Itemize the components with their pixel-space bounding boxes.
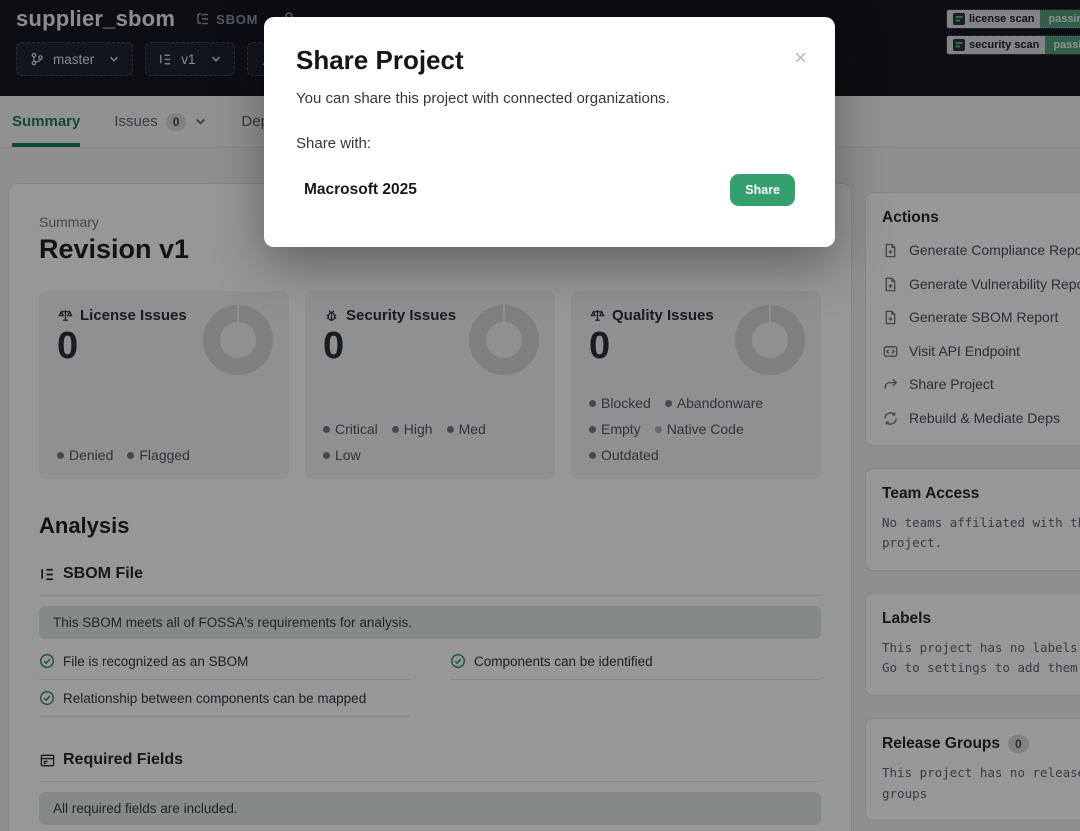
share-with-label: Share with: xyxy=(296,135,803,152)
modal-title: Share Project xyxy=(296,45,803,76)
share-button[interactable]: Share xyxy=(730,174,795,206)
close-icon[interactable]: × xyxy=(794,47,807,69)
modal-description: You can share this project with connecte… xyxy=(296,90,803,107)
organization-name: Macrosoft 2025 xyxy=(304,181,417,199)
share-project-modal: × Share Project You can share this proje… xyxy=(264,17,835,247)
organization-row: Macrosoft 2025 Share xyxy=(296,174,803,206)
